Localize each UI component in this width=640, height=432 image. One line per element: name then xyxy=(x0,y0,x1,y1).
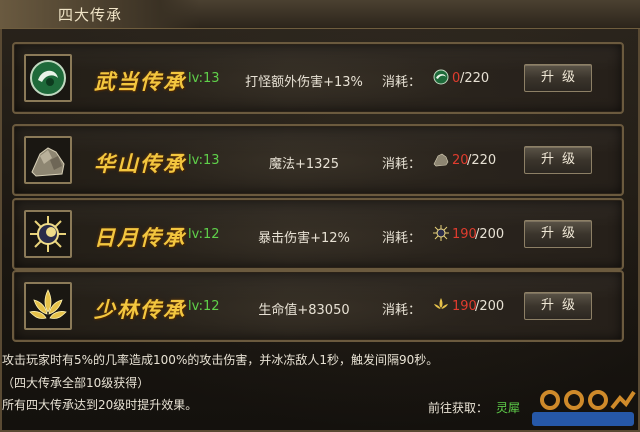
inheritance-effect: 暴击伤害+12% xyxy=(258,231,350,246)
sun-moon-icon[interactable] xyxy=(24,210,72,258)
upgrade-button[interactable]: 升级 xyxy=(524,146,592,174)
rock-icon[interactable] xyxy=(24,136,72,184)
inheritance-row-huashan: 华山传承 lv:13 魔法+1325 消耗： 20 /220 升级 xyxy=(12,124,624,196)
inheritance-row-shaolin: 少林传承 lv:12 生命值+83050 消耗： 190 /200 升级 xyxy=(12,270,624,342)
cost-label: 消耗： xyxy=(382,75,422,90)
sun-moon-icon xyxy=(433,225,449,241)
cost-label: 消耗： xyxy=(382,303,422,318)
inheritance-effect: 生命值+83050 xyxy=(258,303,350,318)
inheritance-row-riyue: 日月传承 lv:12 暴击伤害+12% 消耗： 190 /200 升级 xyxy=(12,198,624,270)
set-bonus-upgrade-note: 所有四大传承达到20级时提升效果。 xyxy=(2,398,198,412)
goto-label: 前往获取： xyxy=(428,401,489,415)
cost-label: 消耗： xyxy=(382,157,422,172)
lotus-icon[interactable] xyxy=(24,282,72,330)
inheritance-level: lv:12 xyxy=(188,299,220,314)
inheritance-name: 少林传承 xyxy=(94,297,186,322)
cost-current: 190 xyxy=(452,227,477,242)
set-bonus-description: 攻击玩家时有5%的几率造成100%的攻击伤害，并冰冻敌人1秒，触发间隔90秒。 xyxy=(2,353,439,367)
inheritance-row-wudang: 武当传承 lv:13 打怪额外伤害+13% 消耗： 0 /220 升级 xyxy=(12,42,624,114)
set-bonus-condition: （四大传承全部10级获得） xyxy=(2,376,150,390)
inheritance-name: 华山传承 xyxy=(94,151,186,176)
cost-label: 消耗： xyxy=(382,231,422,246)
cost-current: 190 xyxy=(452,299,477,314)
jade-orb-icon xyxy=(433,69,449,85)
cost-total: /200 xyxy=(475,227,505,242)
panel-title: 四大传承 xyxy=(58,6,123,24)
upgrade-button[interactable]: 升级 xyxy=(524,64,592,92)
inheritance-name: 日月传承 xyxy=(94,225,186,250)
goto-link[interactable]: 灵犀 xyxy=(496,399,520,416)
inheritance-effect: 魔法+1325 xyxy=(269,157,339,172)
inheritance-level: lv:13 xyxy=(188,153,220,168)
upgrade-button[interactable]: 升级 xyxy=(524,220,592,248)
rock-icon xyxy=(433,153,449,167)
upgrade-button[interactable]: 升级 xyxy=(524,292,592,320)
inheritance-effect: 打怪额外伤害+13% xyxy=(245,75,363,90)
inheritance-name: 武当传承 xyxy=(94,69,186,94)
inheritance-level: lv:12 xyxy=(188,227,220,242)
inheritance-level: lv:13 xyxy=(188,71,220,86)
cost-total: /220 xyxy=(460,71,490,86)
jade-orb-icon[interactable] xyxy=(24,54,72,102)
cost-total: /220 xyxy=(467,153,497,168)
cost-total: /200 xyxy=(475,299,505,314)
title-bar: 四大传承 xyxy=(0,0,640,29)
lotus-icon xyxy=(434,298,448,309)
watermark-logo xyxy=(532,390,636,426)
